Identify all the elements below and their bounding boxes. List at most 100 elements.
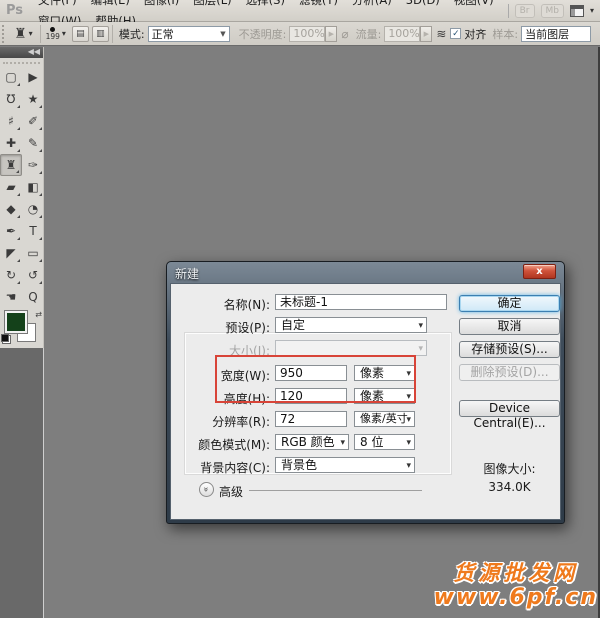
options-bar-grip[interactable] (2, 25, 7, 43)
tool-brush[interactable]: ✎ (22, 132, 44, 154)
tool-hand[interactable]: ☚ (0, 286, 22, 308)
options-bar: ♜ ▾ 199 ▾ ▤ ▥ 模式: 正常 ▼ 不透明度: 100% ▶ ⌀ 流量… (0, 22, 600, 46)
tool-path-selection[interactable]: ◤ (0, 242, 22, 264)
tool-healing-brush[interactable]: ✚ (0, 132, 22, 154)
flow-slider-button: ▶ (420, 26, 432, 42)
tool-shape[interactable]: ▭ (22, 242, 44, 264)
resolution-label: 分辨率(R): (171, 413, 270, 430)
tool-panel-collapse-button[interactable]: ◀◀ (0, 47, 43, 58)
tool-3d-orbit[interactable]: ↺ (22, 264, 44, 286)
bit-depth-value: 8 位 (360, 435, 383, 449)
menu-item-3d[interactable]: 3D(D) (399, 0, 447, 7)
launch-bridge-button[interactable]: Br (515, 4, 535, 18)
menu-item-select[interactable]: 选择(S) (239, 0, 292, 7)
dialog-title: 新建 (175, 265, 199, 282)
tool-dodge[interactable]: ◔ (22, 198, 44, 220)
tool-lasso[interactable]: ℧ (0, 88, 22, 110)
new-document-dialog: 新建 x 名称(N): 未标题-1 预设(P): 自定 大小(I): 宽度(W)… (166, 261, 565, 524)
clone-stamp-icon: ♜ (6, 158, 17, 172)
menu-item-analysis[interactable]: 分析(A) (345, 0, 399, 7)
advanced-divider (249, 490, 422, 491)
background-contents-select[interactable]: 背景色 (275, 457, 415, 473)
tool-3d-rotate[interactable]: ↻ (0, 264, 22, 286)
size-select (275, 340, 427, 356)
path-selection-icon: ◤ (6, 246, 15, 260)
bit-depth-select[interactable]: 8 位 (354, 434, 415, 450)
default-colors-icon[interactable] (2, 335, 11, 344)
toggle-clone-source-panel-button[interactable]: ▥ (92, 26, 109, 42)
sample-value: 当前图层 (525, 26, 569, 42)
align-label: 对齐 (461, 26, 489, 42)
dropdown-arrow-icon: ▼ (216, 30, 225, 38)
tool-move[interactable]: ▶ (22, 66, 44, 88)
tool-clone-stamp[interactable]: ♜ (0, 154, 22, 176)
flow-value: 100% (388, 27, 419, 40)
tool-crop[interactable]: ♯ (0, 110, 22, 132)
divider (508, 4, 509, 18)
image-size-label: 图像大小: (459, 460, 560, 477)
shape-icon: ▭ (27, 246, 38, 260)
align-checkbox[interactable]: ✓ (450, 28, 461, 39)
resolution-input[interactable]: 72 (275, 411, 347, 427)
toggle-brushes-panel-button[interactable]: ▤ (72, 26, 89, 42)
device-central-button[interactable]: Device Central(E)... (459, 400, 560, 417)
tool-gradient[interactable]: ◧ (22, 176, 44, 198)
tool-zoom[interactable]: Q (22, 286, 44, 308)
active-tool-preset[interactable]: ♜ ▾ (10, 26, 37, 42)
swap-colors-icon[interactable]: ⇄ (35, 310, 42, 319)
type-icon: T (29, 224, 36, 238)
color-mode-select[interactable]: RGB 颜色 (275, 434, 349, 450)
tool-panel-grip[interactable] (3, 58, 40, 64)
tool-magic-wand[interactable]: ★ (22, 88, 44, 110)
eyedropper-icon: ✐ (28, 114, 38, 128)
mode-select[interactable]: 正常 ▼ (148, 26, 230, 42)
tool-rectangular-marquee[interactable]: ▢ (0, 66, 22, 88)
color-mode-value: RGB 颜色 (281, 435, 335, 449)
dialog-body: 名称(N): 未标题-1 预设(P): 自定 大小(I): 宽度(W): 950… (170, 283, 561, 520)
tool-eraser[interactable]: ▰ (0, 176, 22, 198)
tools-grid: ▢ ▶℧ ★ ♯ ✐ ✚✎ ♜ ✑ ▰◧◆ ◔ ✒ T ◤ ▭ ↻↺☚Q (0, 66, 43, 308)
menu-item-layer[interactable]: 图层(L) (186, 0, 238, 7)
cancel-button[interactable]: 取消 (459, 318, 560, 335)
tool-preset-dropdown-arrow[interactable]: ▾ (29, 29, 33, 38)
divider (40, 25, 41, 43)
launch-minibridge-button[interactable]: Mb (541, 4, 564, 18)
ok-button[interactable]: 确定 (459, 295, 560, 312)
workspace-icon[interactable] (570, 5, 584, 17)
history-brush-icon: ✑ (28, 158, 38, 172)
mode-value: 正常 (152, 26, 174, 42)
sample-label: 样本: (489, 26, 521, 42)
brush-picker-dropdown-arrow[interactable]: ▾ (62, 29, 66, 38)
close-button[interactable]: x (523, 264, 556, 279)
menu-item-view[interactable]: 视图(V) (447, 0, 501, 7)
tool-type[interactable]: T (22, 220, 44, 242)
brush-tip-icon (50, 27, 55, 32)
clone-stamp-icon: ♜ (14, 26, 27, 42)
menu-item-image[interactable]: 图像(I) (137, 0, 186, 7)
red-annotation-rectangle (215, 355, 416, 403)
menu-item-file[interactable]: 文件(F) (31, 0, 84, 7)
advanced-toggle-button[interactable]: « (199, 482, 214, 497)
sample-select[interactable]: 当前图层 (521, 26, 591, 42)
rectangular-marquee-icon: ▢ (5, 70, 16, 84)
menu-item-filter[interactable]: 滤镜(T) (292, 0, 345, 7)
foreground-color-swatch[interactable] (5, 311, 27, 333)
magic-wand-icon: ★ (28, 92, 39, 106)
resolution-unit-select[interactable]: 像素/英寸 (354, 411, 415, 427)
workspace-dropdown-arrow[interactable]: ▾ (590, 6, 594, 15)
tool-blur[interactable]: ◆ (0, 198, 22, 220)
name-input[interactable]: 未标题-1 (275, 294, 447, 310)
brush-preset-picker[interactable]: 199 (44, 27, 62, 41)
preset-select[interactable]: 自定 (275, 317, 427, 333)
flow-field: 100% (384, 26, 420, 42)
color-mode-label: 颜色模式(M): (171, 436, 270, 453)
tool-pen[interactable]: ✒ (0, 220, 22, 242)
tool-history-brush[interactable]: ✑ (22, 154, 44, 176)
airbrush-icon[interactable]: ≋ (432, 27, 450, 41)
menu-item-edit[interactable]: 编辑(E) (84, 0, 137, 7)
delete-preset-button: 删除预设(D)... (459, 364, 560, 381)
dodge-icon: ◔ (28, 202, 38, 216)
mode-label: 模式: (116, 26, 148, 42)
tool-eyedropper[interactable]: ✐ (22, 110, 44, 132)
save-preset-button[interactable]: 存储预设(S)... (459, 341, 560, 358)
